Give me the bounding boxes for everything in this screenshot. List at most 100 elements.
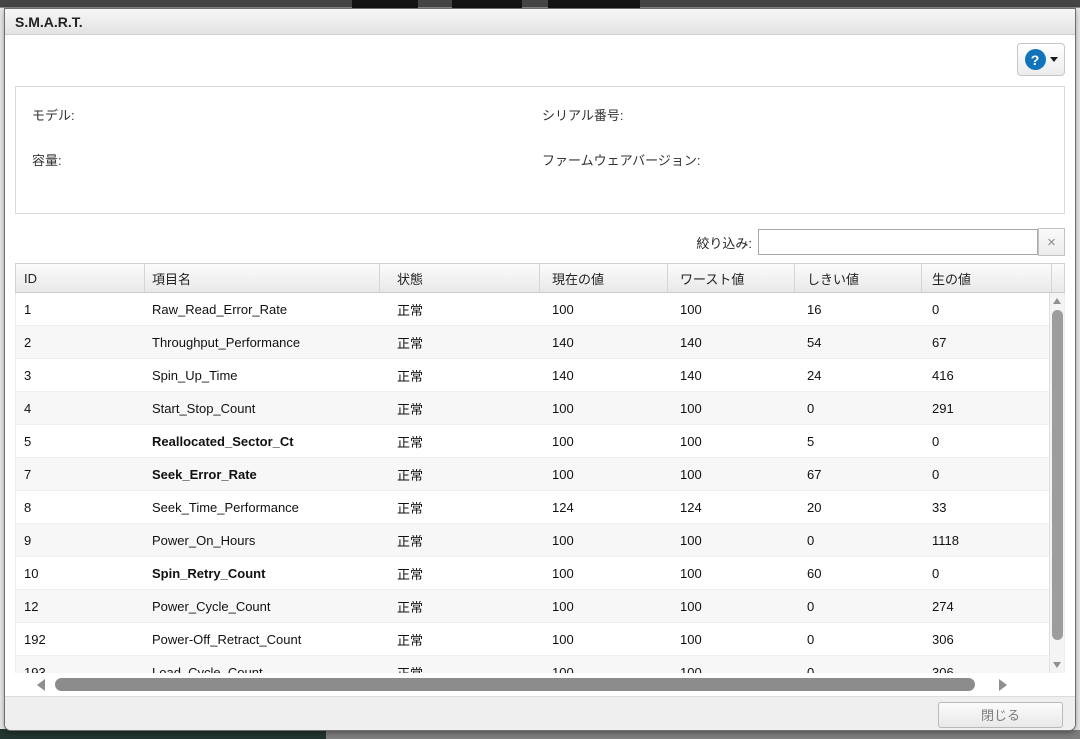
table-row[interactable]: 9 Power_On_Hours 正常 100 100 0 1118 — [16, 524, 1065, 557]
clear-filter-button[interactable]: × — [1038, 228, 1065, 256]
column-header-id[interactable]: ID — [16, 264, 145, 292]
cell-status: 正常 — [380, 491, 540, 523]
column-header-filler — [1052, 264, 1064, 292]
table-header: ID 項目名 状態 現在の値 ワースト値 しきい値 生の値 — [15, 263, 1065, 293]
column-header-name[interactable]: 項目名 — [145, 264, 380, 292]
table-row[interactable]: 12 Power_Cycle_Count 正常 100 100 0 274 — [16, 590, 1065, 623]
cell-worst: 100 — [668, 623, 795, 655]
table-row[interactable]: 7 Seek_Error_Rate 正常 100 100 67 0 — [16, 458, 1065, 491]
dialog-content: ? モデル: シリアル番号: 容量: ファームウェアバージョ — [5, 35, 1075, 693]
cell-raw: 33 — [922, 491, 1052, 523]
cell-id: 10 — [16, 557, 145, 589]
cell-worst: 100 — [668, 557, 795, 589]
cell-raw: 0 — [922, 293, 1052, 325]
table-row[interactable]: 193 Load_Cycle_Count 正常 100 100 0 306 — [16, 656, 1065, 673]
cell-status: 正常 — [380, 524, 540, 556]
cell-id: 5 — [16, 425, 145, 457]
scroll-left-icon[interactable] — [37, 679, 45, 691]
cell-worst: 100 — [668, 656, 795, 673]
cell-id: 12 — [16, 590, 145, 622]
chevron-down-icon — [1050, 57, 1058, 62]
scroll-down-icon[interactable] — [1053, 662, 1061, 668]
cell-status: 正常 — [380, 326, 540, 358]
cell-current: 140 — [540, 326, 668, 358]
cell-status: 正常 — [380, 557, 540, 589]
cell-id: 193 — [16, 656, 145, 673]
cell-threshold: 60 — [795, 557, 922, 589]
cell-name: Power-Off_Retract_Count — [145, 623, 380, 655]
serial-row: シリアル番号: — [542, 105, 1064, 124]
cell-threshold: 0 — [795, 392, 922, 424]
cell-raw: 1118 — [922, 524, 1052, 556]
cell-name: Power_Cycle_Count — [145, 590, 380, 622]
cell-status: 正常 — [380, 623, 540, 655]
help-icon: ? — [1025, 49, 1046, 70]
vertical-scrollbar[interactable] — [1049, 293, 1064, 673]
table-row[interactable]: 3 Spin_Up_Time 正常 140 140 24 416 — [16, 359, 1065, 392]
cell-name: Raw_Read_Error_Rate — [145, 293, 380, 325]
cell-raw: 416 — [922, 359, 1052, 391]
cell-status: 正常 — [380, 392, 540, 424]
cell-current: 100 — [540, 293, 668, 325]
cell-threshold: 0 — [795, 590, 922, 622]
column-header-threshold[interactable]: しきい値 — [795, 264, 922, 292]
cell-raw: 0 — [922, 458, 1052, 490]
cell-threshold: 67 — [795, 458, 922, 490]
cell-raw: 274 — [922, 590, 1052, 622]
background-page-bottom-right — [326, 730, 1080, 739]
cell-worst: 140 — [668, 359, 795, 391]
cell-threshold: 0 — [795, 656, 922, 673]
horizontal-scrollbar-thumb[interactable] — [55, 678, 975, 691]
cell-status: 正常 — [380, 590, 540, 622]
cell-status: 正常 — [380, 425, 540, 457]
cell-name: Reallocated_Sector_Ct — [145, 425, 380, 457]
drive-info-panel: モデル: シリアル番号: 容量: ファームウェアバージョン: — [15, 86, 1065, 214]
cell-threshold: 5 — [795, 425, 922, 457]
help-button[interactable]: ? — [1017, 43, 1065, 76]
cell-current: 100 — [540, 524, 668, 556]
firmware-row: ファームウェアバージョン: — [542, 150, 1064, 169]
column-header-worst[interactable]: ワースト値 — [668, 264, 795, 292]
cell-name: Throughput_Performance — [145, 326, 380, 358]
table-row[interactable]: 2 Throughput_Performance 正常 140 140 54 6… — [16, 326, 1065, 359]
table-row[interactable]: 5 Reallocated_Sector_Ct 正常 100 100 5 0 — [16, 425, 1065, 458]
cell-worst: 100 — [668, 590, 795, 622]
cell-current: 100 — [540, 392, 668, 424]
background-tab — [452, 0, 522, 8]
cell-worst: 100 — [668, 392, 795, 424]
cell-name: Spin_Retry_Count — [145, 557, 380, 589]
filter-input[interactable] — [758, 229, 1038, 255]
cell-current: 100 — [540, 557, 668, 589]
table-row[interactable]: 10 Spin_Retry_Count 正常 100 100 60 0 — [16, 557, 1065, 590]
filter-label: 絞り込み: — [696, 233, 752, 252]
cell-current: 140 — [540, 359, 668, 391]
scroll-right-icon[interactable] — [999, 679, 1007, 691]
cell-raw: 306 — [922, 623, 1052, 655]
horizontal-scrollbar[interactable] — [15, 677, 1065, 693]
cell-id: 4 — [16, 392, 145, 424]
column-header-raw[interactable]: 生の値 — [922, 264, 1052, 292]
cell-raw: 0 — [922, 425, 1052, 457]
help-row: ? — [15, 35, 1065, 86]
cell-name: Seek_Error_Rate — [145, 458, 380, 490]
cell-status: 正常 — [380, 656, 540, 673]
filter-row: 絞り込み: × — [15, 228, 1065, 256]
table-row[interactable]: 192 Power-Off_Retract_Count 正常 100 100 0… — [16, 623, 1065, 656]
cell-id: 2 — [16, 326, 145, 358]
column-header-current[interactable]: 現在の値 — [540, 264, 668, 292]
close-icon: × — [1047, 234, 1056, 251]
scroll-up-icon[interactable] — [1053, 298, 1061, 304]
cell-name: Power_On_Hours — [145, 524, 380, 556]
close-button[interactable]: 閉じる — [938, 702, 1063, 728]
table-row[interactable]: 8 Seek_Time_Performance 正常 124 124 20 33 — [16, 491, 1065, 524]
cell-id: 1 — [16, 293, 145, 325]
cell-current: 100 — [540, 590, 668, 622]
table-row[interactable]: 4 Start_Stop_Count 正常 100 100 0 291 — [16, 392, 1065, 425]
cell-status: 正常 — [380, 458, 540, 490]
vertical-scrollbar-thumb[interactable] — [1052, 310, 1063, 640]
cell-raw: 0 — [922, 557, 1052, 589]
cell-id: 9 — [16, 524, 145, 556]
model-row: モデル: — [32, 105, 542, 124]
column-header-status[interactable]: 状態 — [380, 264, 540, 292]
table-row[interactable]: 1 Raw_Read_Error_Rate 正常 100 100 16 0 — [16, 293, 1065, 326]
